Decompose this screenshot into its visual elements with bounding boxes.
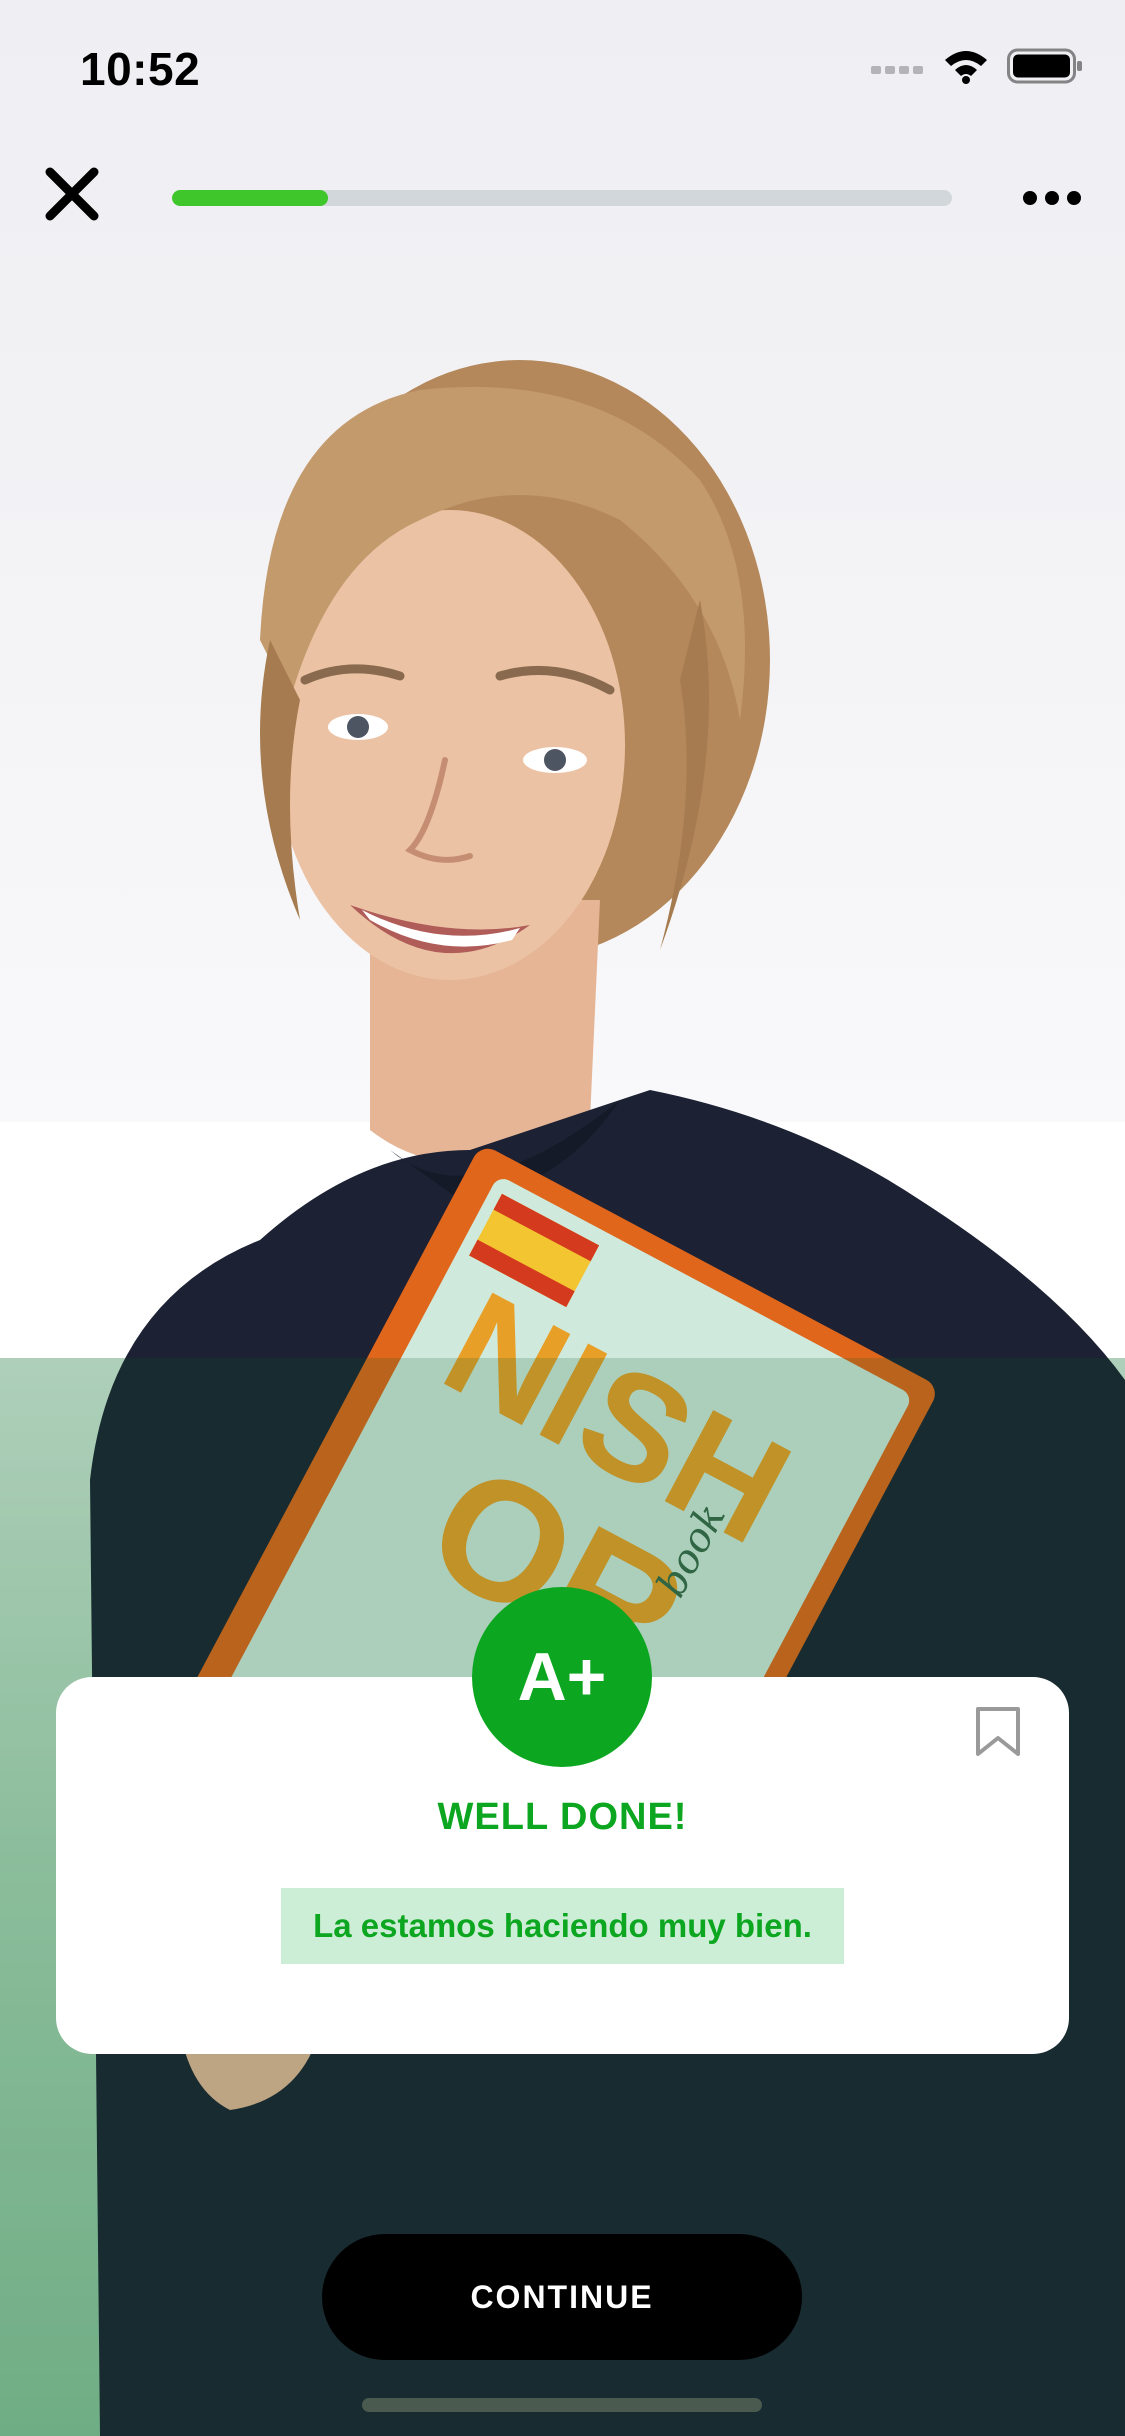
signal-icon: [871, 66, 923, 74]
status-time: 10:52: [80, 43, 201, 95]
status-icons: [871, 48, 1083, 84]
grade-badge: A+: [472, 1587, 652, 1767]
lesson-feedback-screen: NISH OR book 10:52 A+ WELL DONE! La esta…: [0, 0, 1125, 2436]
wifi-icon: [945, 51, 987, 84]
more-horizontal-icon[interactable]: [1020, 178, 1084, 218]
feedback-title: WELL DONE!: [437, 1796, 688, 1838]
bookmark-icon[interactable]: [972, 1706, 1024, 1758]
continue-button[interactable]: CONTINUE: [322, 2234, 802, 2360]
lesson-progress-bar: [172, 190, 952, 206]
feedback-sentence: La estamos haciendo muy bien.: [281, 1888, 844, 1964]
lesson-progress-fill: [172, 190, 328, 206]
home-indicator: [362, 2398, 762, 2412]
battery-icon: [1007, 48, 1082, 84]
close-icon[interactable]: [40, 162, 104, 226]
